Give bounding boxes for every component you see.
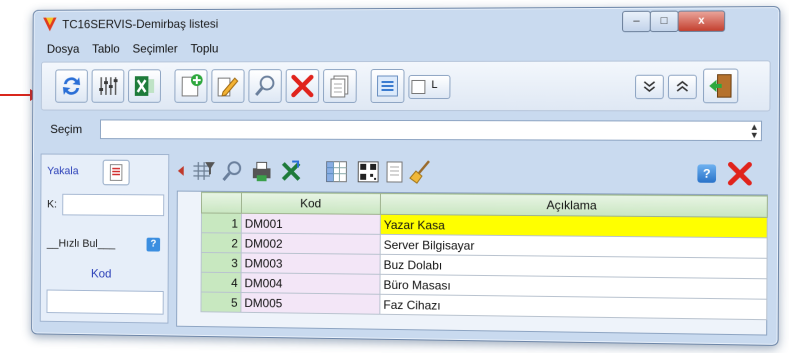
- minimize-button[interactable]: –: [622, 10, 651, 33]
- kod-input[interactable]: [46, 289, 164, 315]
- document-button[interactable]: [381, 159, 407, 185]
- row-number-header: [201, 192, 242, 214]
- edit-record-button[interactable]: [211, 69, 245, 103]
- quick-search-panel: Yakala K: __Hızlı Bul___ ? Kod: [39, 153, 170, 324]
- zoom-icon: [377, 75, 398, 97]
- spreadsheet-icon: [324, 159, 350, 185]
- menu-dosya[interactable]: Dosya: [47, 39, 80, 59]
- collapse-left-icon[interactable]: [177, 158, 185, 184]
- print-button[interactable]: [249, 158, 275, 184]
- clear-button[interactable]: [407, 159, 433, 185]
- scroll-down-button[interactable]: [634, 74, 664, 100]
- help-icon: ?: [697, 164, 717, 183]
- exit-door-icon: [709, 73, 734, 100]
- k-input[interactable]: [62, 193, 165, 217]
- grid-excel-button[interactable]: [278, 158, 304, 184]
- scroll-up-icon: [669, 74, 696, 100]
- quick-find-label: __Hızlı Bul___: [46, 237, 116, 251]
- maximize-button[interactable]: □: [649, 10, 679, 33]
- kod-cell[interactable]: DM003: [241, 252, 381, 275]
- row-number: 4: [201, 272, 242, 293]
- aciklama-cell[interactable]: Faz Cihazı: [379, 294, 767, 320]
- menu-tablo[interactable]: Tablo: [92, 39, 120, 59]
- kod-cell[interactable]: DM002: [241, 233, 381, 255]
- print-icon: [252, 158, 271, 182]
- grid-help-button[interactable]: ?: [697, 160, 720, 187]
- column-header-aciklama[interactable]: Açıklama: [380, 193, 768, 218]
- equalizer-icon: [95, 73, 120, 99]
- data-grid: Kod Açıklama 1 DM001 Yazar Kasa 2 DM002 …: [176, 190, 768, 336]
- zoom-button[interactable]: [370, 68, 405, 104]
- k-label: K:: [46, 198, 57, 211]
- search-button[interactable]: [248, 69, 282, 103]
- kod-cell[interactable]: DM001: [241, 213, 381, 235]
- columns-button[interactable]: [91, 69, 125, 103]
- add-record-button[interactable]: [174, 69, 208, 103]
- small-toggle-button[interactable]: L: [408, 74, 451, 100]
- list-icon: [104, 161, 129, 185]
- filter-icon: [190, 158, 215, 184]
- close-button[interactable]: x: [677, 10, 726, 33]
- checkbox[interactable]: [411, 79, 426, 95]
- add-doc-icon: [178, 73, 203, 99]
- column-header-kod[interactable]: Kod: [241, 192, 381, 215]
- copy-icon: [327, 73, 353, 99]
- kod-cell[interactable]: DM005: [240, 292, 380, 315]
- row-number: 3: [201, 252, 242, 273]
- delete-button[interactable]: [285, 69, 320, 103]
- spinner-icon[interactable]: ▲ ▼: [750, 122, 759, 140]
- yakala-label: Yakala: [47, 165, 79, 178]
- grid-toolbar: ?: [177, 154, 768, 193]
- qr-button[interactable]: [355, 159, 381, 185]
- grid-search-button[interactable]: [220, 158, 246, 184]
- small-icon: L: [431, 78, 438, 92]
- grid-close-button[interactable]: [726, 160, 753, 187]
- secim-combobox[interactable]: ▲ ▼: [99, 119, 763, 142]
- search-icon: [220, 158, 246, 184]
- window-title: TC16SERVIS-Demirbaş listesi: [62, 16, 219, 32]
- yakala-button[interactable]: [102, 159, 130, 186]
- refresh-button[interactable]: [55, 69, 88, 103]
- scroll-up-button[interactable]: [667, 74, 697, 100]
- row-number: 1: [201, 212, 242, 234]
- copy-button[interactable]: [323, 69, 357, 103]
- excel-icon: [132, 73, 155, 99]
- broom-icon: [408, 160, 430, 184]
- kod-cell[interactable]: DM004: [241, 272, 381, 295]
- selection-row: Seçim ▲ ▼: [41, 116, 771, 144]
- doc-icon: [386, 161, 403, 183]
- row-number: 5: [200, 291, 242, 313]
- row-number: 2: [201, 232, 242, 253]
- close-icon: [726, 160, 753, 187]
- spreadsheet-button[interactable]: [324, 159, 354, 185]
- records-table: Kod Açıklama 1 DM001 Yazar Kasa 2 DM002 …: [200, 192, 768, 320]
- kod-label: Kod: [90, 266, 112, 281]
- edit-icon: [215, 73, 240, 99]
- menu-toplu[interactable]: Toplu: [191, 39, 219, 59]
- menu-secimler[interactable]: Seçimler: [132, 39, 177, 59]
- title-bar[interactable]: TC16SERVIS-Demirbaş listesi – □ x: [34, 7, 780, 38]
- search-icon: [252, 73, 278, 99]
- excel-button[interactable]: [128, 69, 162, 103]
- excel-icon: [278, 158, 304, 184]
- menu-bar: Dosya Tablo Seçimler Toplu: [41, 37, 771, 59]
- app-logo-icon: [43, 17, 57, 32]
- app-window: TC16SERVIS-Demirbaş listesi – □ x Dosya …: [31, 6, 781, 346]
- secim-label: Seçim: [50, 122, 83, 137]
- refresh-icon: [62, 77, 81, 95]
- filter-button[interactable]: [190, 158, 215, 184]
- help-icon[interactable]: ?: [146, 237, 161, 252]
- delete-icon: [290, 73, 316, 99]
- grid-gutter: [177, 191, 202, 325]
- qr-icon: [358, 161, 380, 183]
- exit-button[interactable]: [702, 68, 739, 104]
- main-toolbar: L: [40, 60, 771, 112]
- scroll-down-icon: [636, 74, 663, 100]
